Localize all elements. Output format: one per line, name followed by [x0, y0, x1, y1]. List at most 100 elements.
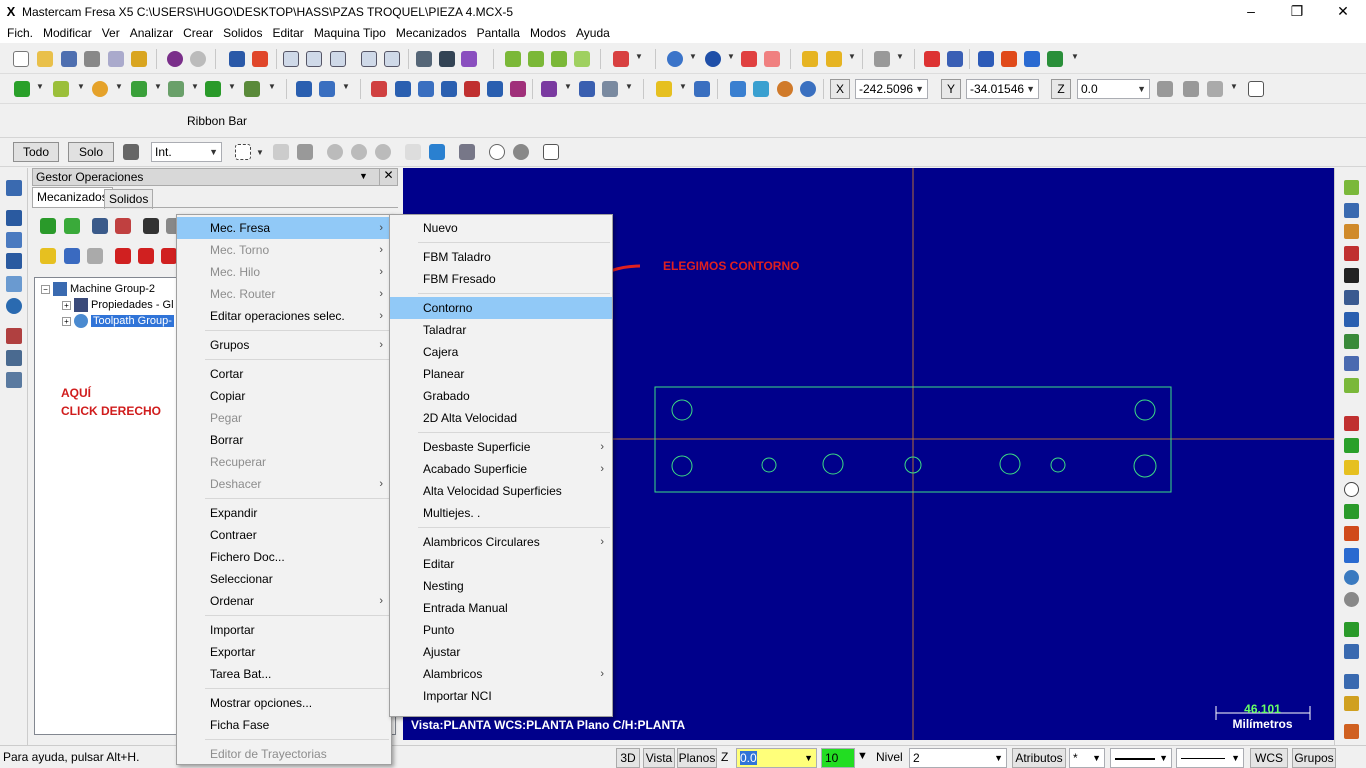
chevron-down-icon[interactable]: ▼ — [804, 749, 813, 767]
y-coord-field[interactable]: -34.01546 ▼ — [966, 79, 1039, 99]
submenu-item-nesting[interactable]: Nesting — [390, 575, 612, 597]
dimension-right-icon[interactable] — [1344, 696, 1359, 711]
menu-item-cortar[interactable]: Cortar — [177, 363, 391, 385]
menu-maquina-tipo[interactable]: Maquina Tipo — [309, 26, 391, 40]
submenu-item-fbm-taladro[interactable]: FBM Taladro — [390, 246, 612, 268]
export-icon[interactable] — [1047, 51, 1063, 67]
verify-icon[interactable] — [416, 51, 432, 67]
select-last-icon[interactable] — [459, 144, 475, 160]
menu-item-deshacer[interactable]: Deshacer › — [177, 473, 391, 495]
select-only-button[interactable]: Solo — [68, 142, 114, 162]
solid-box-icon[interactable] — [1344, 180, 1359, 195]
btn-3d[interactable]: 3D — [616, 748, 640, 768]
menu-analizar[interactable]: Analizar — [125, 26, 178, 40]
menu-item-importar[interactable]: Importar — [177, 619, 391, 641]
chamfer-icon[interactable] — [205, 81, 221, 97]
menu-item-borrar[interactable]: Borrar — [177, 429, 391, 451]
menu-item-grupos[interactable]: Grupos › — [177, 334, 391, 356]
chevron-down-icon[interactable]: ▼ — [77, 82, 85, 91]
help-icon[interactable] — [1248, 81, 1264, 97]
array-icon[interactable] — [579, 81, 595, 97]
chevron-down-icon[interactable]: ▼ — [896, 52, 904, 61]
hide-entities-icon[interactable] — [826, 51, 842, 67]
help-pointer-icon[interactable] — [924, 51, 940, 67]
save-icon[interactable] — [61, 51, 77, 67]
chevron-down-icon[interactable]: ▼ — [635, 52, 643, 61]
close-button[interactable]: ✕ — [1320, 0, 1366, 23]
menu-pantalla[interactable]: Pantalla — [472, 26, 525, 40]
submenu-item-desbaste-superficie[interactable]: Desbaste Superficie › — [390, 436, 612, 458]
move-up-icon[interactable] — [138, 248, 154, 264]
solid-layer-icon[interactable] — [1001, 51, 1017, 67]
select-solid-icon[interactable] — [297, 144, 313, 160]
layer-right-icon[interactable] — [1344, 622, 1359, 637]
x-coord-label[interactable]: X — [830, 79, 850, 99]
y-coord-label[interactable]: Y — [941, 79, 961, 99]
backplot-icon[interactable] — [439, 51, 455, 67]
tab-mecanizados[interactable]: Mecanizados — [32, 187, 113, 207]
offset-icon[interactable] — [441, 81, 457, 97]
submenu-item-ajustar[interactable]: Ajustar — [390, 641, 612, 663]
point-icon[interactable] — [14, 81, 30, 97]
chain-icon[interactable] — [429, 144, 445, 160]
z-coord-label[interactable]: Z — [1051, 79, 1071, 99]
submenu-item-alambricos[interactable]: Alambricos › — [390, 663, 612, 685]
chevron-down-icon[interactable]: ▼ — [915, 80, 924, 98]
gview-icon[interactable] — [800, 81, 816, 97]
select-face-icon[interactable] — [327, 144, 343, 160]
pin-icon[interactable] — [656, 81, 672, 97]
tab-solidos[interactable]: Solidos — [104, 189, 154, 209]
rect-right-icon[interactable] — [1344, 526, 1359, 541]
select-all-ops-check-icon[interactable] — [40, 218, 56, 234]
zoom-target-icon[interactable] — [306, 51, 322, 67]
menu-item-expandir[interactable]: Expandir — [177, 502, 391, 524]
cube-side-icon[interactable] — [574, 51, 590, 67]
point-right-icon[interactable] — [1344, 268, 1359, 283]
menu-item-pegar[interactable]: Pegar — [177, 407, 391, 429]
submenu-item-cajera[interactable]: Cajera — [390, 341, 612, 363]
highfeed-icon[interactable] — [6, 350, 22, 366]
print-icon[interactable] — [84, 51, 100, 67]
submenu-item-2d-alta-velocidad[interactable]: 2D Alta Velocidad — [390, 407, 612, 429]
regen-dirty-icon[interactable] — [115, 218, 131, 234]
chevron-down-icon[interactable]: ▼ — [359, 171, 368, 181]
menu-item-ficha-fase[interactable]: Ficha Fase — [177, 714, 391, 736]
screen-fit-icon[interactable] — [252, 51, 268, 67]
color-field[interactable]: 10 — [821, 748, 855, 768]
end-selection-icon[interactable] — [513, 144, 529, 160]
backplot-ops-icon[interactable] — [6, 253, 22, 269]
chevron-down-icon[interactable]: ▼ — [268, 82, 276, 91]
solid-shade-icon[interactable] — [741, 51, 757, 67]
line-style-dropdown[interactable]: ▼ — [1110, 748, 1172, 768]
menu-item-editor-trayectorias[interactable]: Editor de Trayectorias — [177, 743, 391, 765]
analyze-icon[interactable] — [874, 51, 890, 67]
submenu-item-nuevo[interactable]: Nuevo — [390, 217, 612, 239]
regen-selected-icon[interactable] — [92, 218, 108, 234]
post-ops-icon[interactable] — [6, 328, 22, 344]
point-style-dropdown[interactable]: * ▼ — [1069, 748, 1105, 768]
levels-right-icon[interactable] — [1344, 644, 1359, 659]
move-down-icon[interactable] — [115, 248, 131, 264]
chevron-down-icon[interactable]: ▼ — [1137, 80, 1146, 98]
scale-icon[interactable] — [418, 81, 434, 97]
line-icon[interactable] — [53, 81, 69, 97]
select-edge-icon[interactable] — [351, 144, 367, 160]
select-all-button[interactable]: Todo — [13, 142, 59, 162]
color-dropdown-arrow[interactable]: ▼ — [857, 750, 868, 762]
break-icon[interactable] — [319, 81, 335, 97]
menu-item-copiar[interactable]: Copiar — [177, 385, 391, 407]
menu-item-editar-operaciones[interactable]: Editar operaciones selec. › — [177, 305, 391, 327]
cplane-icon[interactable] — [730, 81, 746, 97]
snap-icon[interactable] — [1207, 81, 1223, 97]
select-dirty-ops-icon[interactable] — [64, 218, 80, 234]
menu-item-tarea-bat[interactable]: Tarea Bat... — [177, 663, 391, 685]
circle-right-icon[interactable] — [1344, 482, 1359, 497]
expand-icon[interactable]: + — [62, 300, 71, 310]
chevron-down-icon[interactable]: ▼ — [1092, 749, 1101, 767]
menu-item-mec-torno[interactable]: Mec. Torno › — [177, 239, 391, 261]
maximize-button[interactable]: ❐ — [1274, 0, 1320, 23]
x-coord-field[interactable]: -242.5096 ▼ — [855, 79, 928, 99]
chevron-down-icon[interactable]: ▼ — [1159, 749, 1168, 767]
submenu-item-alta-velocidad-superficies[interactable]: Alta Velocidad Superficies — [390, 480, 612, 502]
submenu-item-importar-nci[interactable]: Importar NCI — [390, 685, 612, 707]
